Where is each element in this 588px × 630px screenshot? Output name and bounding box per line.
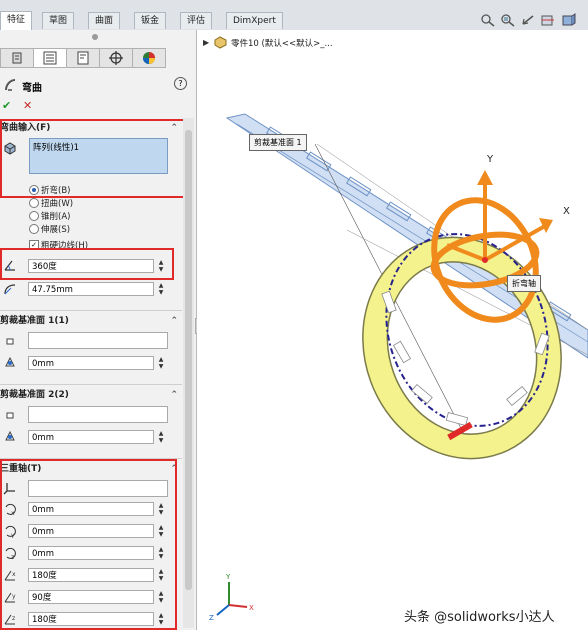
radius-input[interactable]: 47.75mm [28,282,154,296]
axis-x-label: X [563,206,570,217]
trim-plane-callout[interactable]: 剪裁基准面 1 [249,134,307,151]
highlight-triad [0,459,177,630]
trim-plane-1-distance-input[interactable]: 0mm [28,356,154,370]
appearance-pie-icon [143,52,155,64]
graphics-viewport[interactable]: ▶ 零件10 (默认<<默认>_... Y X Y X Z 剪裁基准面 1 折弯… [197,30,588,630]
zoom-fit-icon[interactable] [480,13,496,27]
tab-dimxpert-manager[interactable] [99,48,133,68]
panel-collapse-handle[interactable] [92,34,98,40]
view-orientation-icon[interactable] [560,13,576,27]
tab-display-manager[interactable] [132,48,166,68]
reference-entity-icon [6,338,14,345]
highlight-bend-input [0,119,189,198]
crosshair-icon [109,51,123,65]
zoom-area-icon[interactable] [500,13,516,27]
ok-button[interactable]: ✔ [2,99,11,112]
tab-surfaces[interactable]: 曲面 [88,12,121,29]
tab-evaluate[interactable]: 评估 [180,12,213,29]
offset-distance-icon [5,356,15,367]
trim-plane-2-distance-spinner[interactable]: ▲ ▼ [155,430,167,444]
model-canvas: Y X Y X Z [209,113,588,622]
radius-icon [4,284,16,295]
trim-plane-2-distance-input[interactable]: 0mm [28,430,154,444]
reference-entity-icon [6,412,14,419]
radio-twist-label: 扭曲(W) [41,199,74,209]
trim-plane-2-entity-input[interactable] [28,406,168,423]
radio-taper-label: 锥削(A) [41,212,71,222]
tab-features[interactable]: 特征 [0,11,33,30]
panel-scrollbar-thumb[interactable] [185,130,192,590]
cancel-button[interactable]: ✕ [23,99,32,112]
offset-distance-icon [5,430,15,441]
radio-taper[interactable] [29,211,39,221]
ribbon-tab-bar: 特征 草图 曲面 钣金 评估 DimXpert [0,0,588,31]
panel-title: 弯曲 [22,83,42,94]
trim-plane-1-label: 剪裁基准面 1(1) [0,316,69,326]
radio-stretch-label: 伸展(S) [41,225,71,235]
previous-view-icon[interactable] [520,13,536,27]
trim-plane-2-label: 剪裁基准面 2(2) [0,390,69,400]
property-manager-panel: 弯曲 ? ✔ ✕ 弯曲输入(F) ⌃ 阵列(线性)1 折弯(B) 扭曲(W) 锥… [0,30,197,630]
trim-plane-2-header[interactable]: 剪裁基准面 2(2) ⌃ [0,387,182,403]
watermark-text: 头条 @solidworks小达人 [404,610,555,625]
axis-y-label: Y [486,154,494,165]
radio-twist[interactable] [29,198,39,208]
tab-configuration-manager[interactable] [66,48,100,68]
radio-stretch[interactable] [29,224,39,234]
mini-axis-z: Z [209,614,214,622]
trim-plane-1-distance-spinner[interactable]: ▲ ▼ [155,356,167,370]
flex-feature-icon [5,79,16,91]
mini-axis-x: X [249,604,254,612]
reference-triad: Y X Z [209,573,254,622]
help-button[interactable]: ? [174,77,187,90]
mini-axis-y: Y [225,573,231,581]
property-list-icon [43,51,57,65]
highlight-angle [0,248,174,280]
bend-axis-callout[interactable]: 折弯轴 [507,275,541,292]
trim-plane-1-entity-input[interactable] [28,332,168,349]
collapse-chevron-icon[interactable]: ⌃ [170,313,178,329]
group-divider [0,310,182,311]
trim-plane-1-header[interactable]: 剪裁基准面 1(1) ⌃ [0,313,182,329]
configuration-icon [77,51,89,65]
group-divider [0,384,182,385]
feature-tree-icon [12,52,22,64]
radius-spinner[interactable]: ▲ ▼ [155,282,167,296]
tab-dimxpert[interactable]: DimXpert [226,12,283,29]
tab-sketch[interactable]: 草图 [42,12,75,29]
tab-sheet-metal[interactable]: 钣金 [134,12,167,29]
collapse-chevron-icon[interactable]: ⌃ [170,387,178,403]
section-view-icon[interactable] [540,13,556,27]
tab-property-manager[interactable] [33,48,67,68]
tab-feature-manager[interactable] [0,48,34,68]
